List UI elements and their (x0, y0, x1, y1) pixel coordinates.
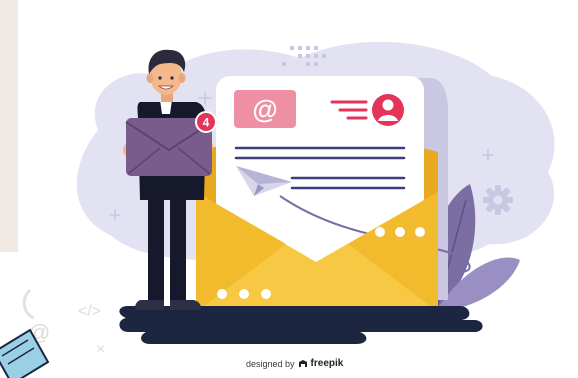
at-sign-icon: @ (252, 94, 277, 124)
code-tag-symbol: </> (78, 303, 101, 320)
cross-symbol: × (96, 341, 105, 358)
freepik-credit[interactable]: designed by freepik (246, 358, 343, 369)
credit-prefix: designed by (246, 358, 295, 369)
badge-count: 4 (203, 116, 210, 130)
gear-icon (483, 185, 513, 215)
credit-brand: freepik (310, 358, 344, 369)
beige-strip (0, 0, 18, 252)
illustration-canvas: @ 4 </> @ × (0, 0, 578, 378)
notification-badge-icon: 4 (195, 111, 217, 133)
user-avatar-icon (372, 94, 404, 126)
freepik-logo-icon (298, 359, 307, 367)
